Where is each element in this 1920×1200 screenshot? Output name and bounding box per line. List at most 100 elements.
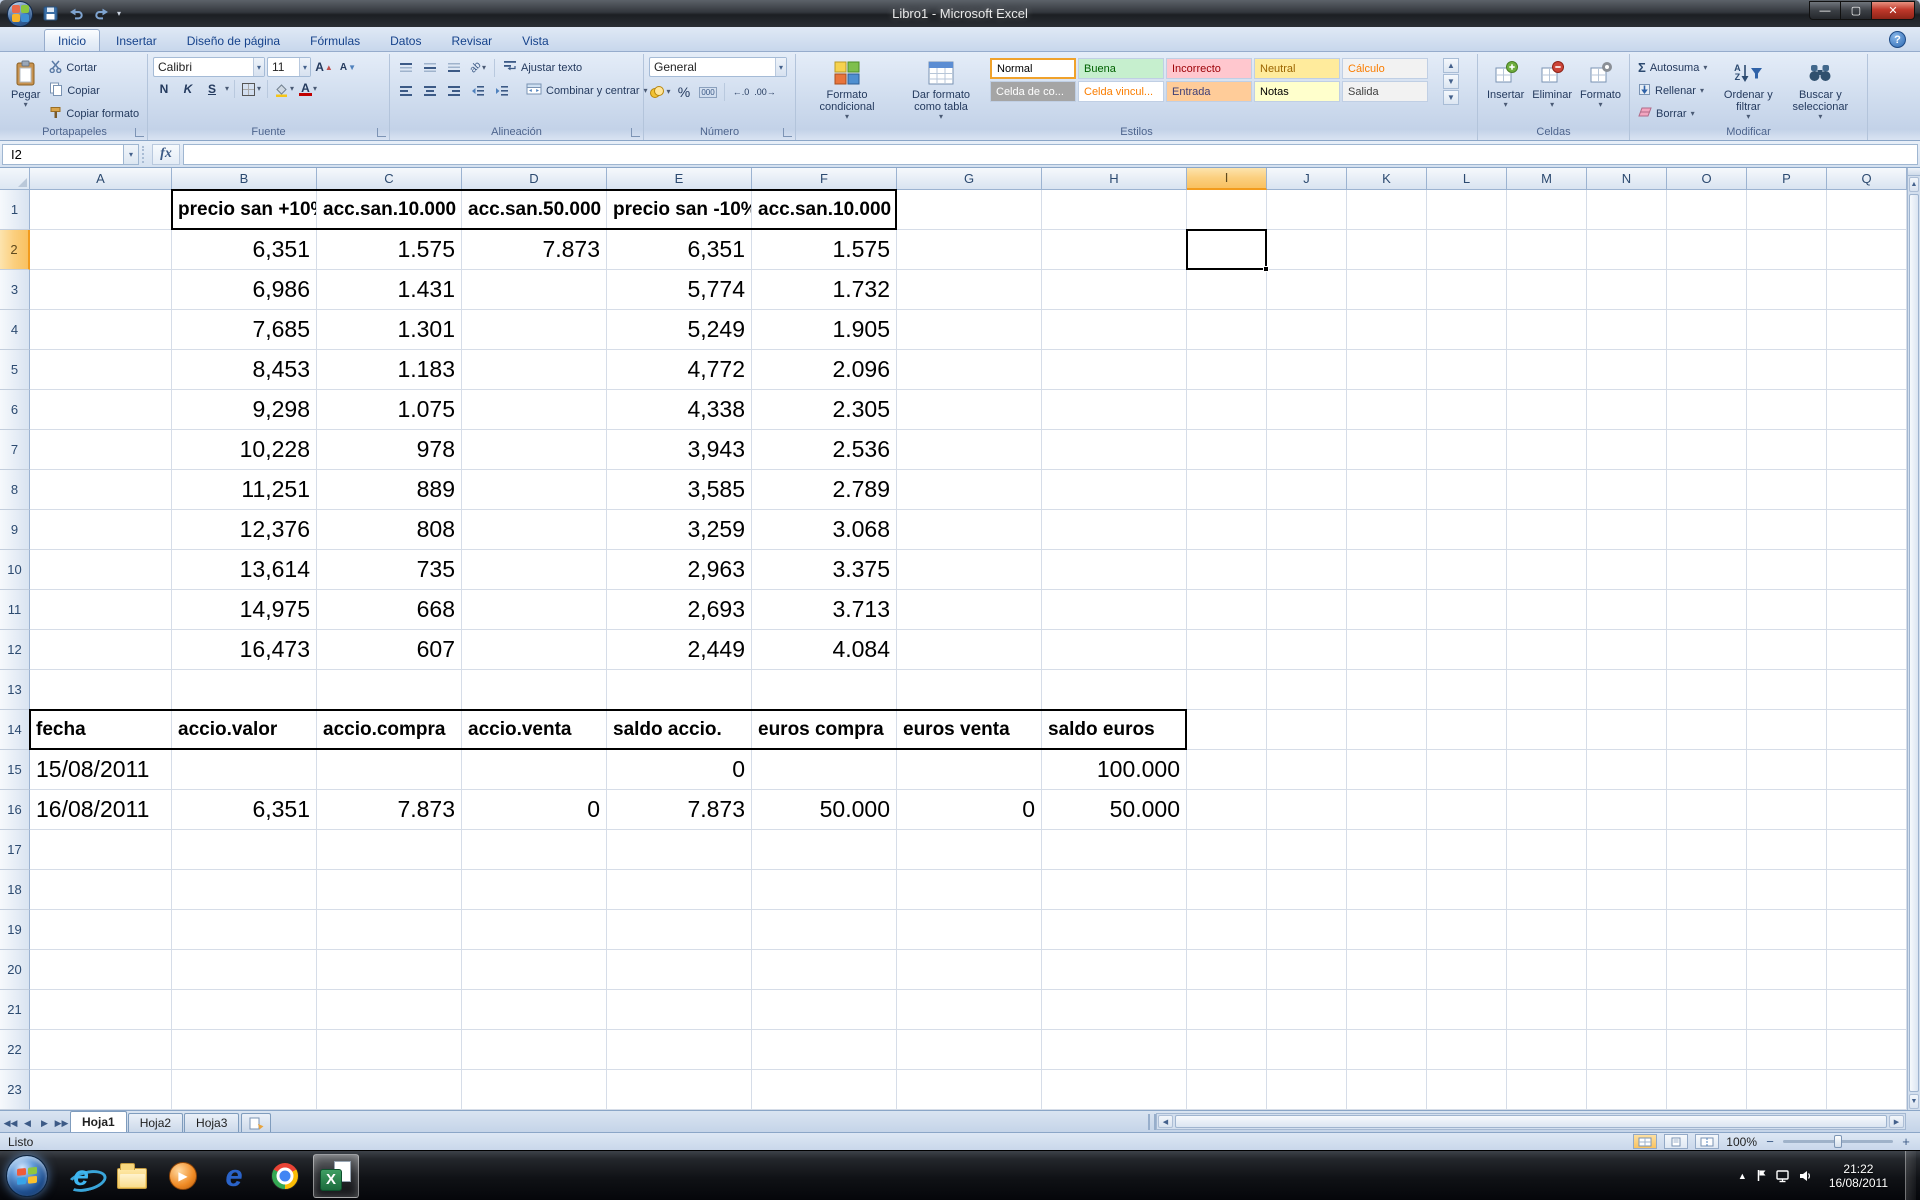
cell-i2[interactable]	[1187, 230, 1267, 270]
conditional-formatting-button[interactable]: Formato condicional ▾	[801, 57, 893, 123]
cell-p10[interactable]	[1747, 550, 1827, 590]
cell-h1[interactable]	[1042, 190, 1187, 230]
cell-a21[interactable]	[30, 990, 172, 1030]
bold-button[interactable]: N	[153, 79, 175, 99]
column-header-o[interactable]: O	[1667, 168, 1747, 190]
cell-h8[interactable]	[1042, 470, 1187, 510]
cell-f19[interactable]	[752, 910, 897, 950]
cell-m6[interactable]	[1507, 390, 1587, 430]
cell-a14[interactable]: fecha	[30, 710, 172, 750]
row-header-13[interactable]: 13	[0, 670, 30, 710]
currency-format-button[interactable]: ▾	[649, 82, 671, 102]
cell-style-entrada[interactable]: Entrada	[1166, 81, 1252, 102]
cell-j13[interactable]	[1267, 670, 1347, 710]
cell-b17[interactable]	[172, 830, 317, 870]
cell-q2[interactable]	[1827, 230, 1907, 270]
cell-f12[interactable]: 4.084	[752, 630, 897, 670]
cell-n6[interactable]	[1587, 390, 1667, 430]
cell-f11[interactable]: 3.713	[752, 590, 897, 630]
column-header-g[interactable]: G	[897, 168, 1042, 190]
insert-cells-button[interactable]: Insertar▾	[1483, 57, 1528, 111]
cell-f23[interactable]	[752, 1070, 897, 1110]
ribbon-tab-revisar[interactable]: Revisar	[437, 29, 506, 51]
cell-i6[interactable]	[1187, 390, 1267, 430]
insert-function-button[interactable]: fx	[152, 144, 180, 165]
cell-l12[interactable]	[1427, 630, 1507, 670]
cell-c20[interactable]	[317, 950, 462, 990]
cell-g3[interactable]	[897, 270, 1042, 310]
cell-n17[interactable]	[1587, 830, 1667, 870]
cell-a16[interactable]: 16/08/2011	[30, 790, 172, 830]
row-header-15[interactable]: 15	[0, 750, 30, 790]
cell-p23[interactable]	[1747, 1070, 1827, 1110]
cell-n12[interactable]	[1587, 630, 1667, 670]
cell-e9[interactable]: 3,259	[607, 510, 752, 550]
cell-n16[interactable]	[1587, 790, 1667, 830]
increase-decimal-button[interactable]: ←.0	[730, 82, 752, 102]
cell-p8[interactable]	[1747, 470, 1827, 510]
vertical-scrollbar[interactable]: ▲ ▼	[1907, 168, 1920, 1110]
cell-o7[interactable]	[1667, 430, 1747, 470]
cell-n1[interactable]	[1587, 190, 1667, 230]
decrease-decimal-button[interactable]: .00→	[754, 82, 776, 102]
cell-o4[interactable]	[1667, 310, 1747, 350]
cell-l1[interactable]	[1427, 190, 1507, 230]
cell-b13[interactable]	[172, 670, 317, 710]
cell-h17[interactable]	[1042, 830, 1187, 870]
cell-k10[interactable]	[1347, 550, 1427, 590]
cell-i11[interactable]	[1187, 590, 1267, 630]
cell-e11[interactable]: 2,693	[607, 590, 752, 630]
cell-k22[interactable]	[1347, 1030, 1427, 1070]
cell-p6[interactable]	[1747, 390, 1827, 430]
cell-l23[interactable]	[1427, 1070, 1507, 1110]
gallery-more-button[interactable]: ▼	[1443, 90, 1459, 105]
cell-e22[interactable]	[607, 1030, 752, 1070]
cell-o17[interactable]	[1667, 830, 1747, 870]
ribbon-tab-insertar[interactable]: Insertar	[102, 29, 171, 51]
zoom-slider-thumb[interactable]	[1834, 1135, 1842, 1148]
font-size-combo[interactable]: 11▾	[267, 57, 311, 77]
cell-h3[interactable]	[1042, 270, 1187, 310]
cell-i23[interactable]	[1187, 1070, 1267, 1110]
cell-style-incorrecto[interactable]: Incorrecto	[1166, 58, 1252, 79]
cell-f7[interactable]: 2.536	[752, 430, 897, 470]
cell-e10[interactable]: 2,963	[607, 550, 752, 590]
cell-c10[interactable]: 735	[317, 550, 462, 590]
cell-h13[interactable]	[1042, 670, 1187, 710]
cell-j11[interactable]	[1267, 590, 1347, 630]
cell-n23[interactable]	[1587, 1070, 1667, 1110]
cell-p3[interactable]	[1747, 270, 1827, 310]
cell-i14[interactable]	[1187, 710, 1267, 750]
cell-n11[interactable]	[1587, 590, 1667, 630]
cell-q6[interactable]	[1827, 390, 1907, 430]
zoom-level[interactable]: 100%	[1726, 1135, 1757, 1149]
cell-e3[interactable]: 5,774	[607, 270, 752, 310]
cell-g16[interactable]: 0	[897, 790, 1042, 830]
clear-button[interactable]: Borrar▾	[1635, 103, 1710, 124]
cell-k17[interactable]	[1347, 830, 1427, 870]
cell-b21[interactable]	[172, 990, 317, 1030]
cell-j1[interactable]	[1267, 190, 1347, 230]
cell-d22[interactable]	[462, 1030, 607, 1070]
cell-d5[interactable]	[462, 350, 607, 390]
cell-a19[interactable]	[30, 910, 172, 950]
cell-l3[interactable]	[1427, 270, 1507, 310]
cell-b1[interactable]: precio san +10%	[172, 190, 317, 230]
cell-a20[interactable]	[30, 950, 172, 990]
cell-n2[interactable]	[1587, 230, 1667, 270]
cell-b2[interactable]: 6,351	[172, 230, 317, 270]
horizontal-scroll-thumb[interactable]	[1175, 1115, 1887, 1128]
cell-k15[interactable]	[1347, 750, 1427, 790]
cell-d23[interactable]	[462, 1070, 607, 1110]
cell-style-normal[interactable]: Normal	[990, 58, 1076, 79]
cell-i13[interactable]	[1187, 670, 1267, 710]
cell-o2[interactable]	[1667, 230, 1747, 270]
cut-button[interactable]: Cortar	[46, 57, 142, 78]
cell-g9[interactable]	[897, 510, 1042, 550]
alignment-dialog-launcher[interactable]	[631, 128, 640, 137]
cell-g12[interactable]	[897, 630, 1042, 670]
cell-g5[interactable]	[897, 350, 1042, 390]
cell-p1[interactable]	[1747, 190, 1827, 230]
cell-c15[interactable]	[317, 750, 462, 790]
cell-f6[interactable]: 2.305	[752, 390, 897, 430]
